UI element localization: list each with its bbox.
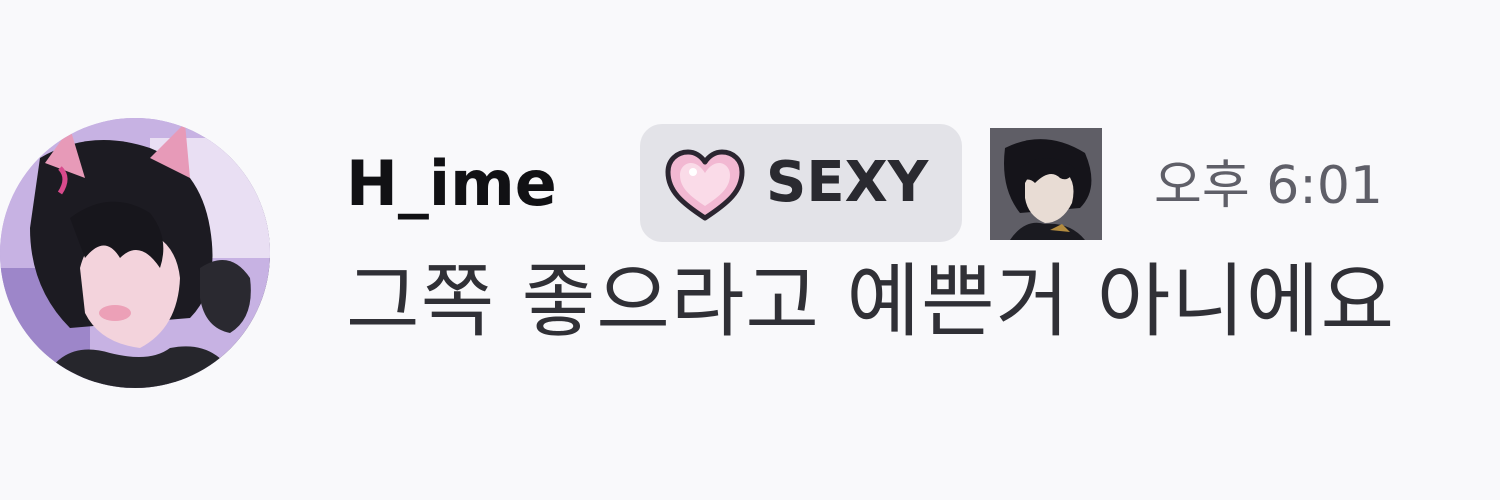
server-tag-icon[interactable] (990, 128, 1102, 240)
role-badge[interactable]: SEXY (640, 124, 962, 242)
role-badge-label: SEXY (766, 150, 929, 215)
guild-illustration (990, 128, 1102, 240)
chat-message: H_ime SEXY 오후 6:01 그쪽 좋으라고 예쁜거 아니에요 (0, 0, 1500, 500)
pink-heart-icon (664, 148, 746, 222)
message-timestamp: 오후 6:01 (1154, 156, 1383, 216)
user-avatar[interactable] (0, 118, 270, 388)
message-content: 그쪽 좋으라고 예쁜거 아니에요 (346, 255, 1396, 348)
username[interactable]: H_ime (346, 148, 557, 220)
message-header: H_ime SEXY 오후 6:01 (346, 122, 1466, 244)
avatar-illustration (0, 118, 270, 388)
